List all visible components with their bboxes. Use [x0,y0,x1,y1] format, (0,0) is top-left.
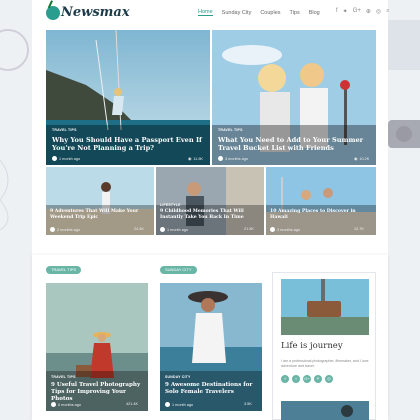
views-count: 11.6K [193,156,203,161]
featured-card[interactable]: Travel Tips Why You Should Have a Passpo… [46,30,210,165]
views-count: 12.7K [354,227,364,231]
beach-woman-photo [46,167,154,235]
widget-description: I am a professional photographer, filmma… [281,359,369,369]
post-card[interactable]: Lifestyle 9 Childhood Memories That Will… [156,167,264,235]
post-category[interactable]: Sunday City [165,375,191,379]
google-plus-icon[interactable]: G+ [303,375,311,383]
post-title[interactable]: What You Need to Add to Your Summer Trav… [218,136,372,152]
post-meta: 1 month ago [52,156,80,161]
google-plus-icon[interactable]: G+ [353,8,361,15]
post-date: 1 month ago [167,227,189,232]
post-meta: 1 month ago [165,402,193,407]
logo-text: Newsmax [61,5,130,20]
post-card[interactable]: Sunday City 9 Awesome Destinations for S… [160,283,262,411]
author-avatar [52,156,57,161]
nav-blog[interactable]: Blog [309,10,320,16]
twitter-icon[interactable]: ✦ [343,8,348,15]
widget-bottom-photo [281,401,369,420]
views-count: 24.4K [134,227,144,231]
post-date: 2 months ago [57,227,81,232]
post-title[interactable]: Why You Should Have a Passport Even If Y… [52,136,202,152]
hawaii-photo [266,167,376,235]
post-views: 12.7K [354,227,364,231]
post-card[interactable]: 9 Adventures That Will Make Your Weekend… [46,167,154,235]
nav-sunday-city[interactable]: Sunday City [222,10,252,16]
post-title[interactable]: 9 Childhood Memories That Will Instantly… [160,209,260,220]
main-nav: Home Sunday City Couples Tips Blog [198,9,320,16]
featured-card[interactable]: Travel Tips What You Need to Add to Your… [212,30,376,165]
post-meta: 2 months ago [50,227,80,232]
logo-mark-icon [46,6,60,20]
post-card[interactable]: Travel Tips 9 Useful Travel Photography … [46,283,148,411]
post-title[interactable]: 9 Awesome Destinations for Solo Female T… [165,382,259,396]
author-avatar [50,227,55,232]
facebook-icon[interactable]: f [336,8,338,15]
instagram-icon[interactable]: ◎ [325,375,333,383]
man-photo [156,167,264,235]
facebook-icon[interactable]: f [281,375,289,383]
post-date: 3 months ago [277,227,301,232]
pinterest-icon[interactable]: P [314,375,322,383]
section-label-sunday-city[interactable]: Sunday City [160,266,197,274]
post-views: 421.4K [126,402,138,406]
map-pattern-decoration [0,159,9,230]
post-meta: 3 months ago [218,156,248,161]
views-count: 10.2K [359,156,370,161]
post-meta: 6 months ago [51,402,81,407]
author-avatar [218,156,223,161]
site-logo[interactable]: Newsmax [46,5,130,20]
post-date: 1 month ago [172,402,194,407]
eye-icon: ◉ [188,157,192,161]
instagram-icon[interactable]: ◎ [376,8,381,15]
camera-decoration [388,120,420,148]
post-meta: 1 month ago [160,227,188,232]
post-views: ◉ 10.2K [354,156,370,162]
widget-social-icons: f t G+ P ◎ [281,375,333,383]
nav-tips[interactable]: Tips [290,10,300,16]
about-widget: Life is journey I am a professional phot… [272,272,376,420]
author-avatar [270,227,275,232]
post-views: 24.4K [134,227,144,231]
header-social-icons: f ✦ G+ ⊕ ◎ ⌕ [336,8,390,15]
map-decoration [388,20,420,70]
post-views: 21.5K [244,227,254,231]
views-count: 21.5K [244,227,254,231]
post-meta: 3 months ago [270,227,300,232]
author-avatar [160,227,165,232]
post-category[interactable]: Travel Tips [52,128,77,132]
section-label-travel-tips[interactable]: Travel Tips [46,266,82,274]
nav-home[interactable]: Home [198,9,213,16]
views-count: 3.5K [244,402,252,406]
post-title[interactable]: 9 Adventures That Will Make Your Weekend… [50,209,150,220]
nav-couples[interactable]: Couples [260,10,280,16]
post-category[interactable]: Travel Tips [51,375,76,379]
post-date: 6 months ago [58,402,82,407]
post-category[interactable]: Lifestyle [160,203,181,207]
pinterest-icon[interactable]: ⊕ [366,8,371,15]
post-title[interactable]: 9 Useful Travel Photography Tips for Imp… [51,382,145,403]
post-views: ◉ 11.6K [188,156,203,162]
post-date: 1 month ago [59,156,81,161]
post-views: 3.5K [244,402,252,406]
widget-title: Life is journey [281,341,343,351]
twitter-icon[interactable]: t [292,375,300,383]
post-date: 3 months ago [225,156,249,161]
author-avatar [165,402,170,407]
site-header: Newsmax Home Sunday City Couples Tips Bl… [32,0,390,26]
views-count: 421.4K [126,402,139,406]
eye-icon: ◉ [354,157,358,161]
search-icon[interactable]: ⌕ [386,8,389,15]
post-title[interactable]: 10 Amazing Places to Discover in Hawaii [270,209,370,220]
post-category[interactable]: Travel Tips [218,128,243,132]
post-card[interactable]: 10 Amazing Places to Discover in Hawaii … [266,167,376,235]
author-avatar [51,402,56,407]
about-photo [281,279,369,335]
